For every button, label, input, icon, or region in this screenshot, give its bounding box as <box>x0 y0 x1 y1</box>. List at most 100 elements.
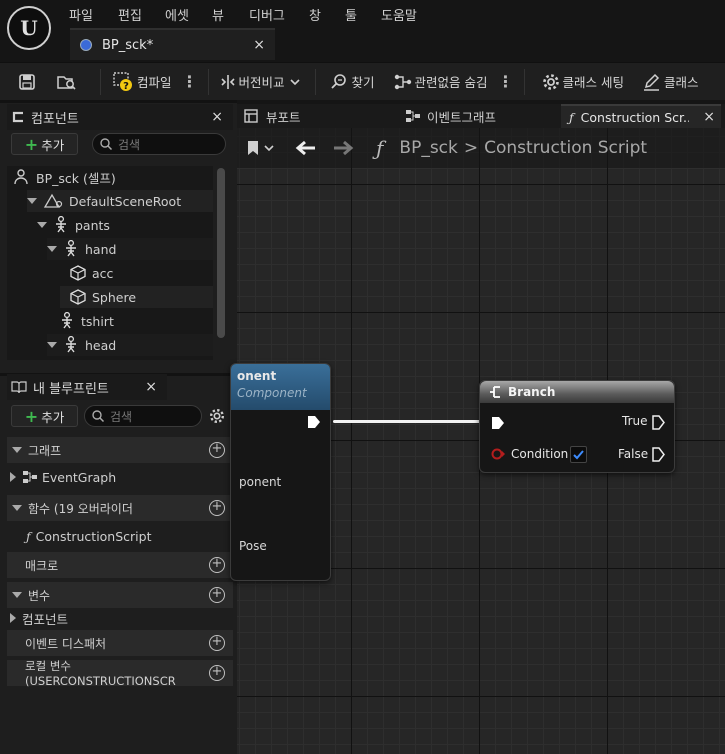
tree-item-hand[interactable]: hand <box>47 238 213 260</box>
expand-arrow-icon[interactable] <box>27 198 37 204</box>
condition-checkbox[interactable] <box>570 446 587 463</box>
component-tree-scrollbar[interactable] <box>217 168 225 338</box>
section-functions[interactable]: 함수 (19 오버라이더 + <box>7 495 233 521</box>
close-panel-icon[interactable]: × <box>211 109 223 125</box>
tree-item-sphere[interactable]: Sphere <box>60 286 213 308</box>
component-search-input[interactable]: 검색 <box>92 133 226 155</box>
section-variables[interactable]: 변수 + <box>7 582 233 608</box>
collapse-arrow-icon[interactable] <box>12 447 22 453</box>
menu-tools[interactable]: 툴 <box>345 5 357 24</box>
true-pin-label: True <box>622 414 648 428</box>
section-local-variables[interactable]: 로컬 변수 (USERCONSTRUCTIONSCR + <box>7 659 233 688</box>
section-graphs[interactable]: 그래프 + <box>7 437 233 463</box>
close-tab-icon[interactable]: × <box>253 37 265 53</box>
tree-item-label: BP_sck (셀프) <box>36 170 116 186</box>
chevron-down-icon[interactable] <box>263 142 275 154</box>
close-tab-icon[interactable]: × <box>703 109 715 125</box>
breadcrumb-blueprint[interactable]: BP_sck <box>399 138 457 158</box>
tree-item-head[interactable]: head <box>47 334 213 356</box>
breadcrumb-graph: Construction Script <box>484 138 648 158</box>
event-graph-item[interactable]: EventGraph <box>10 466 116 488</box>
false-exec-pin-icon[interactable] <box>652 447 665 462</box>
toolbar: ? 컴파일 ⋮ 버전비교 찾기 관련없음 숨김 ⋮ 클래스 세팅 클래스 <box>0 62 725 100</box>
construction-script-item[interactable]: ƒ ConstructionScript <box>26 525 152 547</box>
branch-node[interactable]: Branch True Condition False <box>479 380 675 473</box>
add-function-icon[interactable]: + <box>209 500 225 516</box>
menu-window[interactable]: 창 <box>309 5 321 24</box>
tree-item-label: head <box>85 337 117 353</box>
class-settings-label: 클래스 세팅 <box>562 75 625 90</box>
tree-item-acc[interactable]: acc <box>69 262 113 284</box>
checkmark-icon <box>573 450 584 460</box>
breadcrumb-separator: > <box>463 138 479 158</box>
components-category-label: 컴포넌트 <box>22 611 69 627</box>
plus-icon: + <box>24 406 39 426</box>
tab-construction-script[interactable]: ƒ Construction Scr... × <box>561 104 721 128</box>
close-panel-icon[interactable]: × <box>145 379 157 395</box>
add-variable-icon[interactable]: + <box>209 587 225 603</box>
tab-event-graph[interactable]: 이벤트그래프 <box>405 104 496 128</box>
class-defaults-button[interactable]: 클래스 <box>624 63 699 101</box>
components-category[interactable]: 컴포넌트 <box>10 607 68 629</box>
expand-arrow-icon[interactable] <box>10 613 16 623</box>
condition-pin-icon[interactable] <box>491 448 505 460</box>
add-component-button[interactable]: + 추가 <box>11 133 78 155</box>
add-graph-icon[interactable]: + <box>209 442 225 458</box>
menu-view[interactable]: 뷰 <box>212 5 224 24</box>
browse-button[interactable] <box>56 63 100 101</box>
component-search-placeholder: 검색 <box>118 137 141 152</box>
tree-item-label: hand <box>85 241 117 257</box>
menu-asset[interactable]: 에셋 <box>165 5 189 24</box>
settings-gear-icon[interactable] <box>208 407 226 425</box>
forward-arrow-icon[interactable] <box>332 139 354 157</box>
blueprint-search-placeholder: 검색 <box>110 409 133 424</box>
collapse-arrow-icon[interactable] <box>12 505 22 511</box>
compile-button[interactable]: ? 컴파일 <box>101 63 172 101</box>
diff-button[interactable]: 버전비교 <box>209 63 301 101</box>
document-tab[interactable]: BP_sck* × <box>70 28 275 60</box>
unreal-logo-icon[interactable]: U <box>7 6 51 50</box>
add-macro-icon[interactable]: + <box>209 557 225 573</box>
menu-debug[interactable]: 디버그 <box>249 5 285 24</box>
hide-unrelated-button[interactable]: 관련없음 숨김 <box>375 63 488 101</box>
add-local-variable-icon[interactable]: + <box>209 665 225 681</box>
tab-viewport[interactable]: 뷰포트 <box>244 104 301 128</box>
false-pin-label: False <box>618 447 649 461</box>
menu-help[interactable]: 도움말 <box>381 5 417 24</box>
tree-item-pants[interactable]: pants <box>37 214 110 236</box>
menu-edit[interactable]: 편집 <box>118 5 142 24</box>
section-macros[interactable]: 매크로 + <box>7 552 233 578</box>
collapse-arrow-icon[interactable] <box>12 592 22 598</box>
construction-script-label: ConstructionScript <box>35 528 152 544</box>
bookmark-icon[interactable] <box>247 140 259 156</box>
construction-script-node[interactable]: onent Component ponent Pose <box>230 363 331 581</box>
skeletal-mesh-icon <box>56 216 66 233</box>
expand-arrow-icon[interactable] <box>37 222 47 228</box>
compile-options-button[interactable]: ⋮ <box>172 63 208 101</box>
save-button[interactable] <box>0 63 56 101</box>
back-arrow-icon[interactable] <box>295 139 317 157</box>
find-options-button[interactable]: ⋮ <box>488 63 524 101</box>
find-button[interactable]: 찾기 <box>316 63 375 101</box>
node-pin-label: ponent <box>239 475 282 489</box>
expand-arrow-icon[interactable] <box>47 246 57 252</box>
tree-item-tshirt[interactable]: tshirt <box>59 310 114 332</box>
exec-output-pin-icon[interactable] <box>307 415 321 429</box>
section-event-dispatchers[interactable]: 이벤트 디스패처 + <box>7 630 233 656</box>
add-dispatcher-icon[interactable]: + <box>209 635 225 651</box>
tree-item-default-scene-root[interactable]: DefaultSceneRoot <box>27 190 213 212</box>
exec-input-pin-icon[interactable] <box>491 416 505 430</box>
blueprint-search-input[interactable]: 검색 <box>84 405 202 427</box>
class-defaults-label: 클래스 <box>664 75 699 90</box>
section-macros-label: 매크로 <box>25 558 59 573</box>
menu-file[interactable]: 파일 <box>69 5 93 24</box>
expand-arrow-icon[interactable] <box>47 342 57 348</box>
folder-search-icon <box>57 75 76 90</box>
tree-item-self[interactable]: BP_sck (셀프) <box>12 166 116 188</box>
node-title: onent <box>237 369 277 383</box>
components-panel-header: 컴포넌트 × <box>7 104 233 130</box>
add-blueprint-item-button[interactable]: + 추가 <box>11 405 78 427</box>
class-settings-button[interactable]: 클래스 세팅 <box>525 63 624 101</box>
true-exec-pin-icon[interactable] <box>652 415 665 430</box>
expand-arrow-icon[interactable] <box>10 472 16 482</box>
